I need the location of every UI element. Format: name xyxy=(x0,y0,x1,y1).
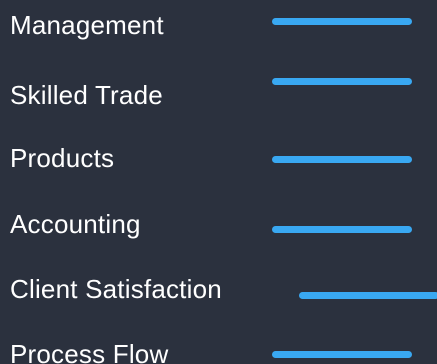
skill-bar-client-satisfaction xyxy=(299,292,437,299)
skill-row-accounting: Accounting xyxy=(0,207,437,241)
skill-label-products: Products xyxy=(10,143,115,173)
skill-bar-accounting xyxy=(272,226,412,233)
skill-label-management: Management xyxy=(10,10,164,40)
skill-row-skilled-trade: Skilled Trade xyxy=(0,78,437,112)
skill-row-client-satisfaction: Client Satisfaction xyxy=(0,272,437,306)
skill-bar-products xyxy=(272,156,412,163)
skill-row-management: Management xyxy=(0,8,437,42)
skill-label-accounting: Accounting xyxy=(10,209,141,239)
skill-label-skilled-trade: Skilled Trade xyxy=(10,80,163,110)
skill-bar-management xyxy=(272,18,412,25)
skill-bar-process-flow xyxy=(272,351,412,358)
skill-row-products: Products xyxy=(0,141,437,175)
skill-row-process-flow: Process Flow xyxy=(0,337,437,364)
skill-label-process-flow: Process Flow xyxy=(10,339,169,364)
skill-bar-skilled-trade xyxy=(272,78,412,85)
skill-label-client-satisfaction: Client Satisfaction xyxy=(10,274,222,304)
skills-panel: Management Skilled Trade Products Accoun… xyxy=(0,0,437,364)
